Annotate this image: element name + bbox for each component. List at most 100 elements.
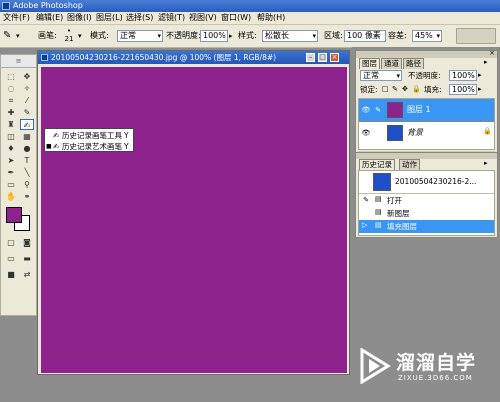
brush-picker[interactable]: • 21 <box>62 27 76 45</box>
mode-value: 正常 <box>120 31 136 40</box>
history-state[interactable]: ✎ ▤ 打开 <box>359 194 494 207</box>
history-slider-icon[interactable]: ▷ <box>362 221 367 229</box>
menu-select[interactable]: 选择(S) <box>126 12 153 24</box>
full-screen-menu-mode-icon[interactable]: ▬ <box>20 253 34 264</box>
panel-menu-icon[interactable]: ▸ <box>484 58 488 66</box>
tolerance-input[interactable]: 45% <box>412 30 442 42</box>
brush-link-icon: ✎ <box>375 106 381 114</box>
marquee-tool-icon[interactable]: ⬚ <box>4 71 18 82</box>
eraser-tool-icon[interactable]: ◫ <box>4 131 18 142</box>
history-brush-tool-icon[interactable]: ✍ <box>20 119 34 130</box>
flyout-item-history-brush[interactable]: ✍ 历史记录画笔工具 Y <box>45 130 133 141</box>
blend-mode-select[interactable]: 正常 <box>360 70 402 81</box>
opacity-slider-arrow-icon[interactable]: ▸ <box>229 25 233 47</box>
maximize-button[interactable]: □ <box>318 53 327 62</box>
layer-row[interactable]: 👁 ✎ 图层 1 <box>359 99 494 122</box>
palette-well[interactable] <box>456 28 496 44</box>
quick-mask-mode-icon[interactable]: ◙ <box>20 237 34 248</box>
jump-to-imageready-icon[interactable]: ⇄ <box>20 269 34 280</box>
document-canvas[interactable] <box>41 67 347 373</box>
pen-tool-icon[interactable]: ✒ <box>4 167 18 178</box>
history-snapshot[interactable]: 20100504230216-2... <box>359 171 494 194</box>
layer-opacity-label: 不透明度: <box>408 71 441 80</box>
history-brush-tool-icon[interactable]: ✎ <box>3 25 11 47</box>
gradient-tool-icon[interactable]: ▦ <box>20 131 34 142</box>
lock-transparency-icon[interactable]: □ <box>382 84 389 95</box>
panel-close-icon[interactable]: × <box>489 49 495 57</box>
history-state[interactable]: ▷ ▤ 填充图层 <box>359 220 494 233</box>
healing-brush-tool-icon[interactable]: ✚ <box>4 107 18 118</box>
type-tool-icon[interactable]: T <box>20 155 34 166</box>
shape-tool-icon[interactable]: ╲ <box>20 167 34 178</box>
notes-tool-icon[interactable]: ▭ <box>4 179 18 190</box>
snapshot-name: 20100504230216-2... <box>395 177 477 186</box>
blur-tool-icon[interactable]: ♦ <box>4 143 18 154</box>
toolbox: ≡ ⬚ ✥ ◌ ✧ ⌗ ⁄ ✚ ✎ ♜ ✍ ◫ ▦ ♦ ● ➤ T ✒ ╲ ▭ … <box>0 54 37 316</box>
move-tool-icon[interactable]: ✥ <box>20 71 34 82</box>
tab-layers[interactable]: 图层 <box>359 58 380 69</box>
current-tool-bullet-icon: ■ <box>46 143 52 150</box>
menu-edit[interactable]: 编辑(E) <box>36 12 63 24</box>
lock-pixels-icon[interactable]: ✎ <box>392 84 398 95</box>
brush-dropdown-icon[interactable]: ▾ <box>78 25 82 47</box>
tab-history[interactable]: 历史记录 <box>359 159 395 170</box>
history-state[interactable]: ▤ 新图层 <box>359 207 494 220</box>
history-menu-icon[interactable]: ▸ <box>484 159 488 167</box>
fill-input[interactable]: 100% <box>449 84 477 95</box>
magic-wand-tool-icon[interactable]: ✧ <box>20 83 34 94</box>
slice-tool-icon[interactable]: ⁄ <box>20 95 34 106</box>
fill-value: 100% <box>452 85 475 94</box>
layer-name: 图层 1 <box>407 105 431 114</box>
layer-opacity-input[interactable]: 100% <box>449 70 477 81</box>
visibility-eye-icon[interactable]: 👁 <box>361 128 371 138</box>
style-select[interactable]: 松散长 <box>262 30 318 42</box>
tool-preset-arrow-icon[interactable]: ▾ <box>16 25 20 47</box>
visibility-eye-icon[interactable]: 👁 <box>361 105 371 115</box>
flyout-item-label: 历史记录画笔工具 <box>62 131 122 140</box>
menu-image[interactable]: 图像(I) <box>67 12 92 24</box>
fill-arrow-icon[interactable]: ▸ <box>478 84 482 95</box>
close-button[interactable]: × <box>330 53 339 62</box>
brush-tool-icon[interactable]: ✎ <box>20 107 34 118</box>
menu-view[interactable]: 视图(V) <box>189 12 217 24</box>
menu-file[interactable]: 文件(F) <box>3 12 30 24</box>
minimize-button[interactable]: – <box>306 53 315 62</box>
hand-tool-icon[interactable]: ✋ <box>4 191 18 202</box>
menu-layer[interactable]: 图层(L) <box>96 12 123 24</box>
tab-channels[interactable]: 通道 <box>381 58 402 69</box>
lock-all-icon[interactable]: 🔒 <box>412 84 421 95</box>
mode-select[interactable]: 正常 <box>117 30 163 42</box>
area-value: 100 像素 <box>347 31 381 40</box>
full-screen-mode-icon[interactable]: ■ <box>4 269 18 280</box>
menu-filter[interactable]: 滤镜(T) <box>158 12 185 24</box>
mode-label: 模式: <box>90 31 109 40</box>
layer-row[interactable]: 👁 背景 🔒 <box>359 122 494 144</box>
lasso-tool-icon[interactable]: ◌ <box>4 83 18 94</box>
photoshop-app-icon <box>2 2 10 10</box>
dodge-tool-icon[interactable]: ● <box>20 143 34 154</box>
tab-actions[interactable]: 动作 <box>399 159 420 170</box>
flyout-item-shortcut: Y <box>124 142 129 151</box>
flyout-item-art-history-brush[interactable]: ■ ✍ 历史记录艺术画笔 Y <box>45 141 133 152</box>
crop-tool-icon[interactable]: ⌗ <box>4 95 18 106</box>
standard-mode-icon[interactable]: ▢ <box>4 237 18 248</box>
menu-window[interactable]: 窗口(W) <box>221 12 251 24</box>
clone-stamp-tool-icon[interactable]: ♜ <box>4 119 18 130</box>
flyout-item-shortcut: Y <box>124 131 129 140</box>
eyedropper-tool-icon[interactable]: ⚲ <box>20 179 34 190</box>
menu-help[interactable]: 帮助(H) <box>257 12 285 24</box>
tab-paths[interactable]: 路径 <box>403 58 424 69</box>
layer-thumbnail <box>387 102 403 118</box>
lock-position-icon[interactable]: ✥ <box>402 84 408 95</box>
history-source-brush-icon[interactable]: ✎ <box>361 195 371 205</box>
foreground-color-swatch[interactable] <box>6 207 22 223</box>
standard-screen-mode-icon[interactable]: ▭ <box>4 253 18 264</box>
opacity-input[interactable]: 100% <box>200 30 228 42</box>
area-input[interactable]: 100 像素 <box>344 30 386 42</box>
history-state-icon: ▤ <box>375 221 382 229</box>
layer-opacity-arrow-icon[interactable]: ▸ <box>478 70 482 81</box>
path-selection-tool-icon[interactable]: ➤ <box>4 155 18 166</box>
zoom-tool-icon[interactable]: ⚭ <box>20 191 34 202</box>
opacity-value: 100% <box>203 31 226 40</box>
history-brush-flyout: ✍ 历史记录画笔工具 Y ■ ✍ 历史记录艺术画笔 Y <box>44 128 134 152</box>
